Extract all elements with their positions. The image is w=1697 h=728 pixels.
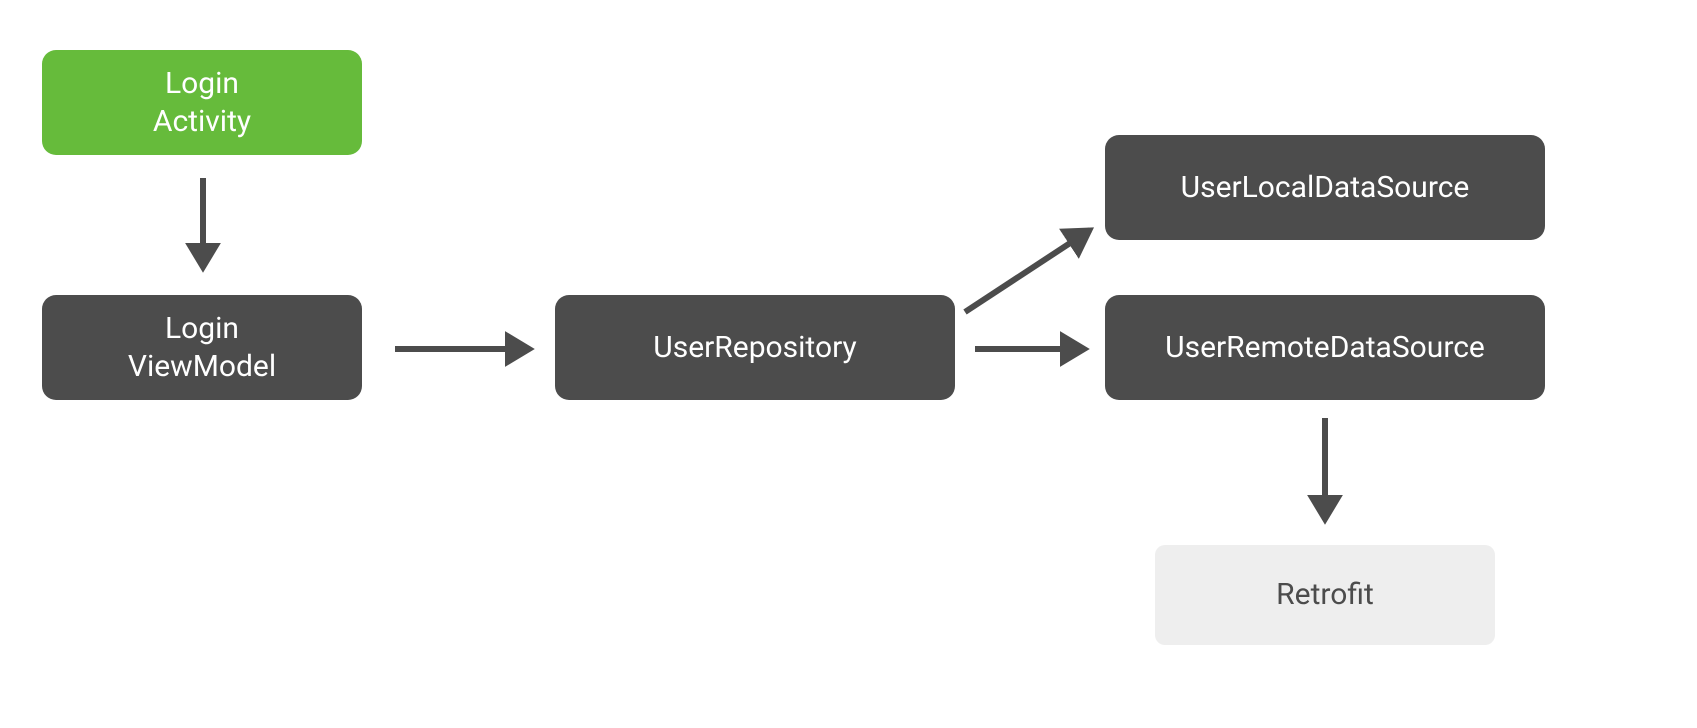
node-user-repository: UserRepository bbox=[555, 295, 955, 400]
node-user-local-datasource: UserLocalDataSource bbox=[1105, 135, 1545, 240]
architecture-diagram: Login Activity Login ViewModel UserRepos… bbox=[0, 0, 1697, 728]
node-login-viewmodel: Login ViewModel bbox=[42, 295, 362, 400]
arrow-user-repository-to-local bbox=[965, 230, 1090, 312]
node-login-activity: Login Activity bbox=[42, 50, 362, 155]
node-user-remote-datasource: UserRemoteDataSource bbox=[1105, 295, 1545, 400]
node-retrofit: Retrofit bbox=[1155, 545, 1495, 645]
